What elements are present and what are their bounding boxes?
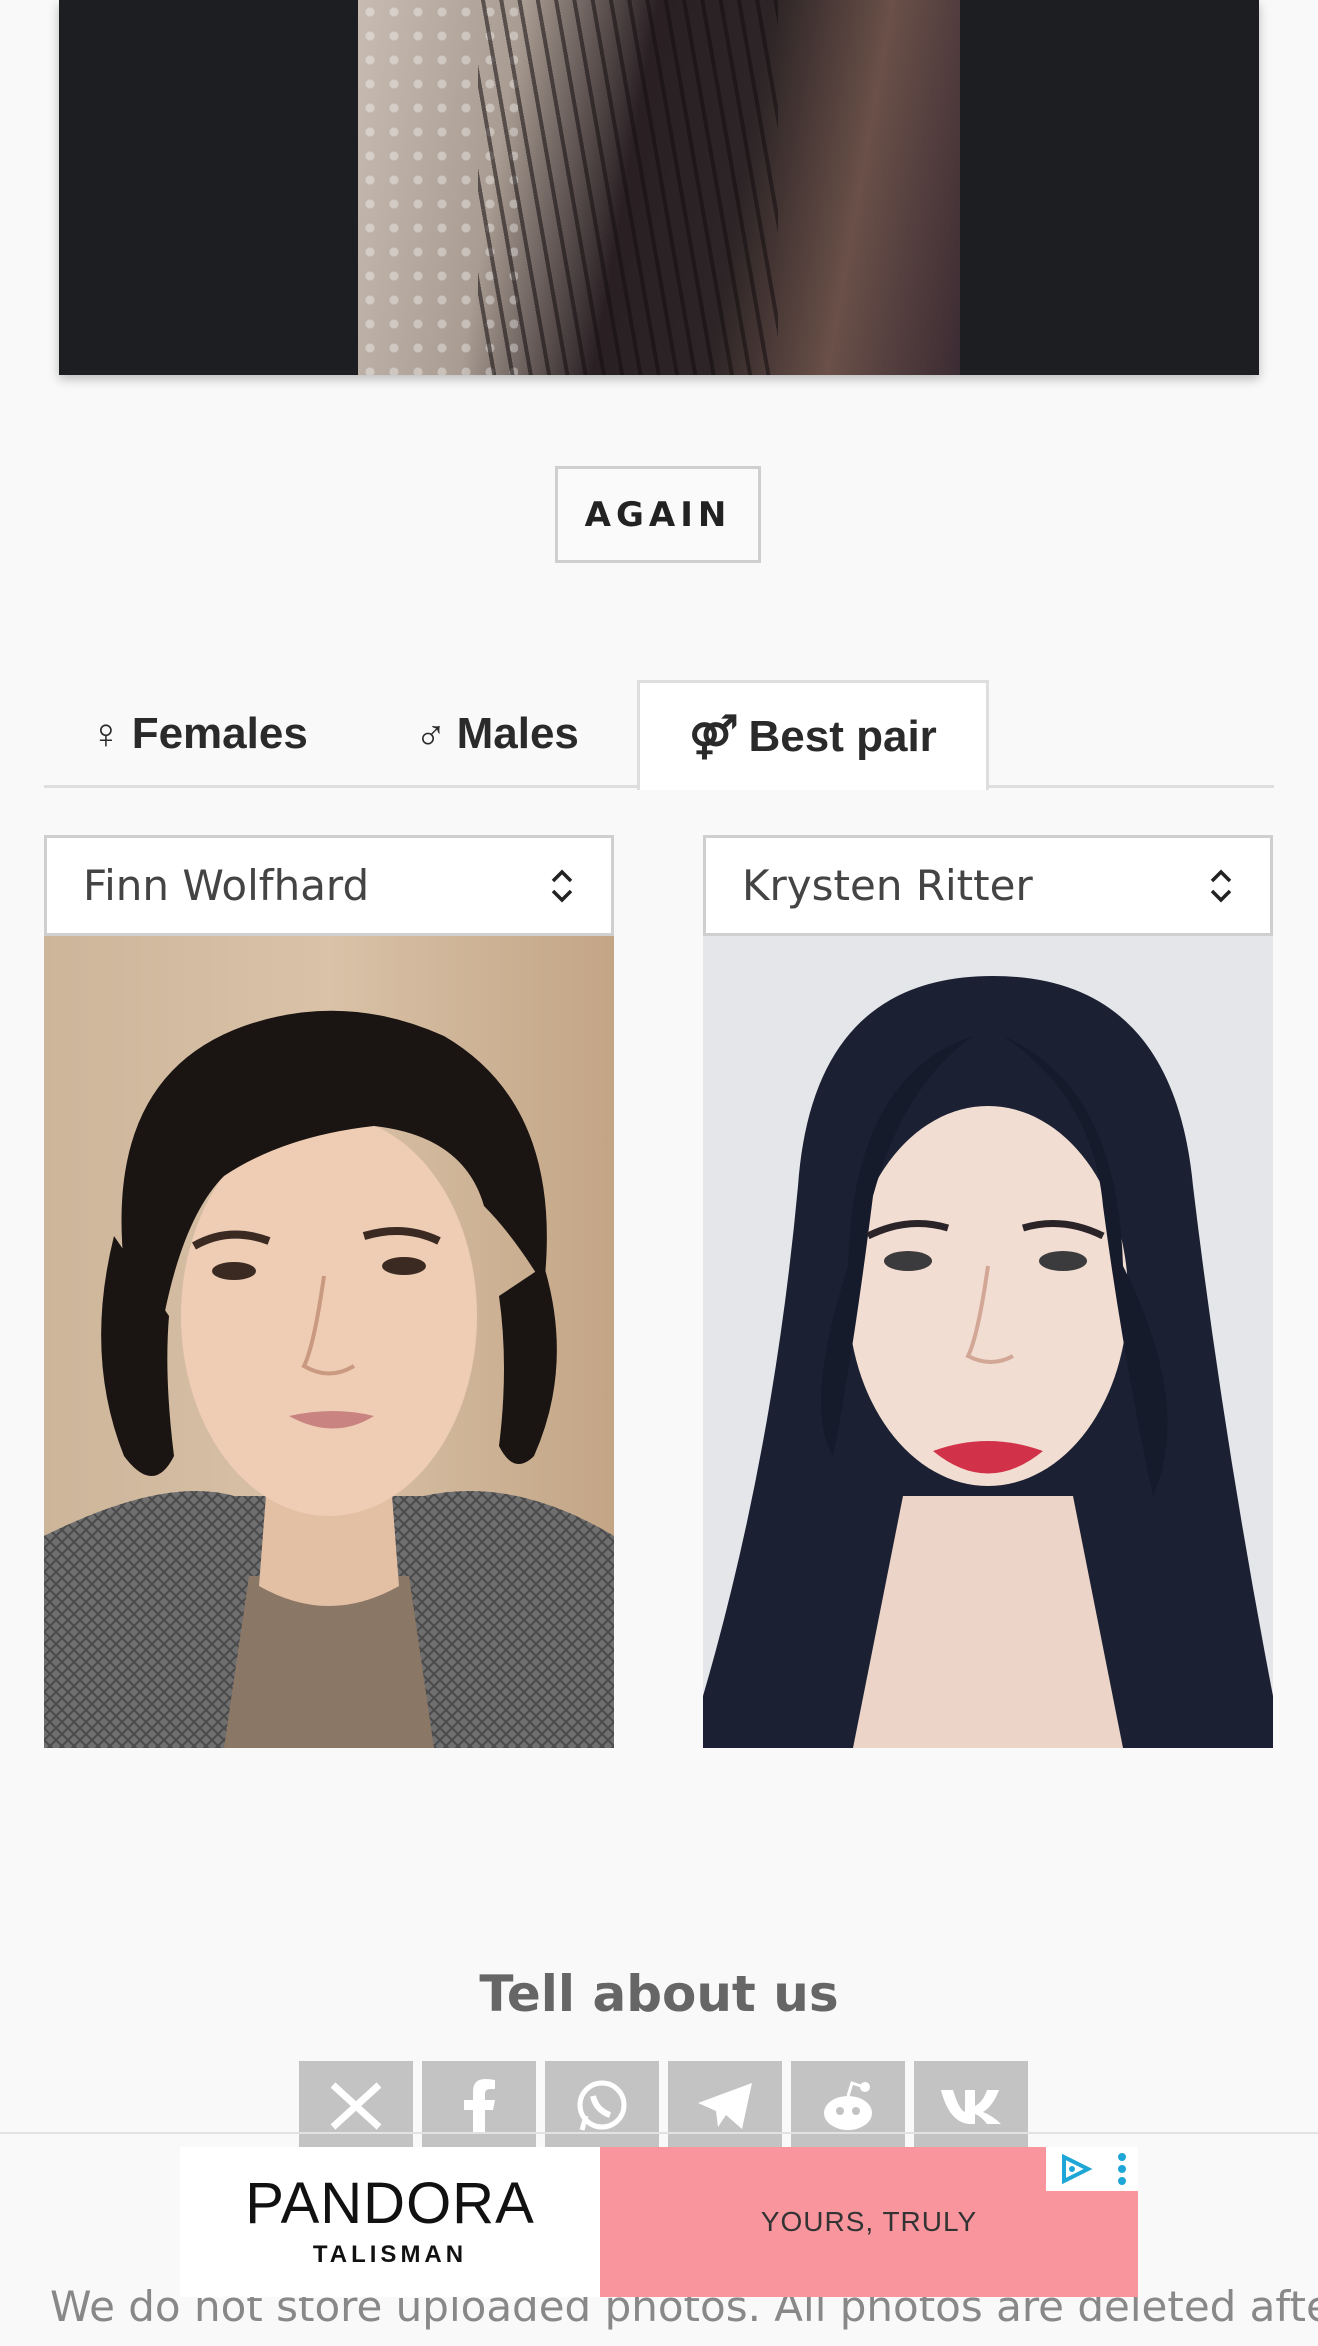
select-value: Krysten Ritter — [742, 861, 1033, 910]
share-buttons — [299, 2061, 1028, 2151]
left-portrait-illustration — [44, 1010, 614, 1748]
again-button[interactable]: AGAIN — [555, 466, 761, 563]
ad-banner[interactable]: PANDORA TALISMAN YOURS, TRULY — [180, 2147, 1138, 2297]
result-photo — [358, 0, 960, 375]
right-portrait — [703, 936, 1273, 1748]
tab-best-pair[interactable]: ⚤ Best pair — [637, 680, 989, 790]
pair-icon: ⚤ — [689, 713, 739, 760]
share-telegram-button[interactable] — [668, 2061, 782, 2151]
ad-choices-icon — [1061, 2154, 1092, 2184]
left-person-select[interactable]: Finn Wolfhard — [44, 835, 614, 936]
ad-tagline: YOURS, TRULY — [760, 2206, 978, 2237]
share-heading: Tell about us — [479, 1965, 839, 2023]
telegram-icon — [698, 2083, 752, 2129]
ad-brand-sub: TALISMAN — [312, 2241, 468, 2268]
vk-icon — [941, 2090, 1001, 2124]
hair-texture — [478, 0, 778, 375]
male-icon: ♂ — [415, 710, 447, 757]
left-portrait — [44, 936, 614, 1748]
tab-males[interactable]: ♂ Males — [372, 680, 622, 788]
ad-choices[interactable] — [1046, 2147, 1138, 2191]
result-photo-panel — [59, 0, 1259, 375]
facebook-icon — [464, 2079, 495, 2134]
x-icon — [330, 2082, 382, 2130]
share-x-button[interactable] — [299, 2061, 413, 2151]
share-vk-button[interactable] — [914, 2061, 1028, 2151]
reddit-icon — [824, 2081, 872, 2130]
tab-females[interactable]: ♀ Females — [44, 680, 354, 788]
female-icon: ♀ — [90, 710, 122, 757]
right-portrait-illustration — [703, 976, 1273, 1748]
select-arrows-icon — [549, 868, 575, 904]
ad-brand-block: PANDORA TALISMAN — [180, 2147, 600, 2297]
select-arrows-icon — [1208, 868, 1234, 904]
whatsapp-icon — [577, 2080, 627, 2131]
right-person-select[interactable]: Krysten Ritter — [703, 835, 1273, 936]
select-value: Finn Wolfhard — [83, 861, 370, 910]
ad-brand: PANDORA — [245, 2171, 535, 2236]
share-reddit-button[interactable] — [791, 2061, 905, 2151]
ad-separator — [0, 2132, 1318, 2134]
tab-label: Males — [456, 709, 579, 758]
more-options-icon — [1117, 2153, 1126, 2185]
tab-label: Best pair — [748, 711, 937, 761]
tab-label: Females — [131, 709, 308, 758]
share-whatsapp-button[interactable] — [545, 2061, 659, 2151]
share-facebook-button[interactable] — [422, 2061, 536, 2151]
